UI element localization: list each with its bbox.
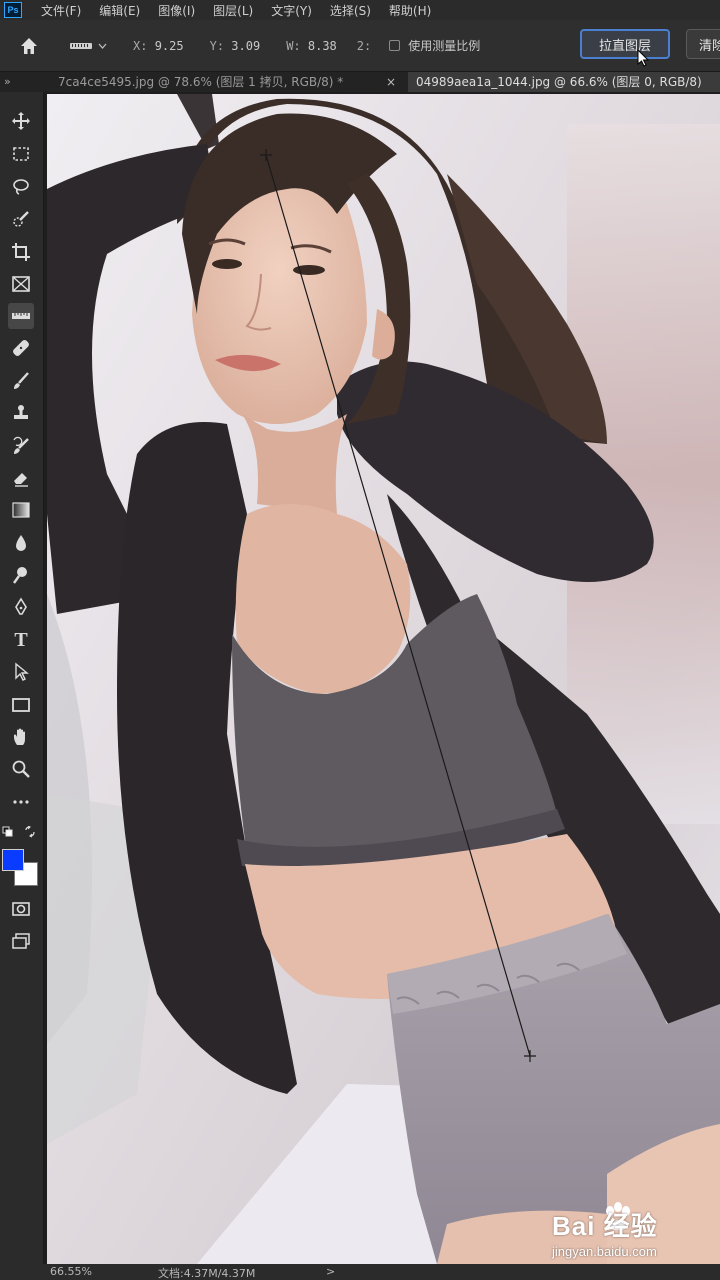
x-readout: X: 9.25 [133, 38, 184, 53]
foreground-color-swatch[interactable] [2, 849, 24, 871]
menu-help[interactable]: 帮助(H) [380, 2, 440, 19]
panel-expand-icon[interactable]: » [4, 72, 11, 92]
clear-button[interactable]: 清除 [686, 29, 720, 59]
marquee-icon[interactable] [8, 141, 34, 167]
watermark-url: jingyan.baidu.com [552, 1244, 657, 1259]
quick-mask-icon[interactable] [8, 896, 34, 922]
home-icon[interactable] [18, 35, 40, 57]
clear-label: 清除 [699, 38, 720, 54]
tab-document-2-label: 04989aea1a_1044.jpg @ 66.6% (图层 0, RGB/8… [416, 75, 702, 89]
history-brush-icon[interactable] [8, 433, 34, 459]
dodge-icon[interactable] [8, 562, 34, 588]
menu-layer[interactable]: 图层(L) [204, 2, 262, 19]
hand-icon[interactable] [8, 724, 34, 750]
screen-mode-icon[interactable] [8, 928, 34, 954]
chevron-down-icon [98, 43, 107, 49]
y-readout: Y: 3.09 [209, 38, 261, 53]
brush-icon[interactable] [8, 368, 34, 394]
tab-document-2[interactable]: 04989aea1a_1044.jpg @ 66.6% (图层 0, RGB/8… [408, 72, 720, 92]
document-size: 文档:4.37M/4.37M [158, 1267, 256, 1280]
zoom-icon[interactable] [8, 756, 34, 782]
mouse-cursor-icon [637, 48, 650, 67]
zoom-level[interactable]: 66.55% [50, 1265, 92, 1278]
gradient-icon[interactable] [8, 497, 34, 523]
tab-document-1-label: 7ca4ce5495.jpg @ 78.6% (图层 1 拷贝, RGB/8) … [58, 75, 344, 89]
ruler-icon [70, 42, 92, 49]
menu-select[interactable]: 选择(S) [321, 2, 380, 19]
tab-document-1[interactable]: 7ca4ce5495.jpg @ 78.6% (图层 1 拷贝, RGB/8) … [50, 72, 378, 92]
healing-icon[interactable] [8, 335, 34, 361]
status-bar: 66.55% 文档:4.37M/4.37M > [0, 1264, 720, 1280]
default-colors-icon[interactable] [2, 826, 14, 838]
document-canvas[interactable] [47, 94, 720, 1264]
menu-bar: Ps 文件(F) 编辑(E) 图像(I) 图层(L) 文字(Y) 选择(S) 帮… [0, 0, 720, 20]
menu-file[interactable]: 文件(F) [32, 2, 90, 19]
baidu-watermark: Bai 经验 jingyan.baidu.com [552, 1198, 712, 1268]
quick-select-icon[interactable] [8, 206, 34, 232]
a-readout: 2: [356, 38, 372, 53]
more-icon[interactable] [8, 789, 34, 815]
rectangle-icon[interactable] [8, 692, 34, 718]
menu-type[interactable]: 文字(Y) [262, 2, 321, 19]
tool-preset-picker[interactable] [70, 42, 107, 49]
eraser-icon[interactable] [8, 465, 34, 491]
use-scale-label: 使用测量比例 [408, 39, 481, 53]
crop-icon[interactable] [8, 239, 34, 265]
photoshop-logo: Ps [4, 2, 22, 18]
options-bar: X: 9.25 Y: 3.09 W: 8.38 2: 使用测量比例 拉直图层 清… [0, 20, 720, 72]
photo-image [47, 94, 720, 1264]
status-menu-arrow[interactable]: > [326, 1265, 335, 1278]
blur-icon[interactable] [8, 530, 34, 556]
use-scale-checkbox[interactable] [389, 40, 401, 51]
ruler-tool-icon[interactable] [8, 303, 34, 329]
w-readout: W: 8.38 [286, 38, 337, 53]
watermark-brand: Bai 经验 [552, 1211, 658, 1241]
frame-icon[interactable] [8, 271, 34, 297]
stamp-icon[interactable] [8, 400, 34, 426]
menu-image[interactable]: 图像(I) [149, 2, 204, 19]
type-icon[interactable]: T [8, 627, 34, 653]
document-tab-bar: » 7ca4ce5495.jpg @ 78.6% (图层 1 拷贝, RGB/8… [0, 72, 720, 92]
lasso-icon[interactable] [8, 174, 34, 200]
swap-colors-icon[interactable] [24, 826, 38, 838]
close-tab-icon[interactable]: × [386, 72, 396, 92]
straighten-layer-button[interactable]: 拉直图层 [580, 29, 670, 59]
path-select-icon[interactable] [8, 659, 34, 685]
move-icon[interactable] [8, 108, 34, 134]
pen-icon[interactable] [8, 594, 34, 620]
tools-panel: T [0, 92, 44, 1264]
menu-edit[interactable]: 编辑(E) [90, 2, 149, 19]
